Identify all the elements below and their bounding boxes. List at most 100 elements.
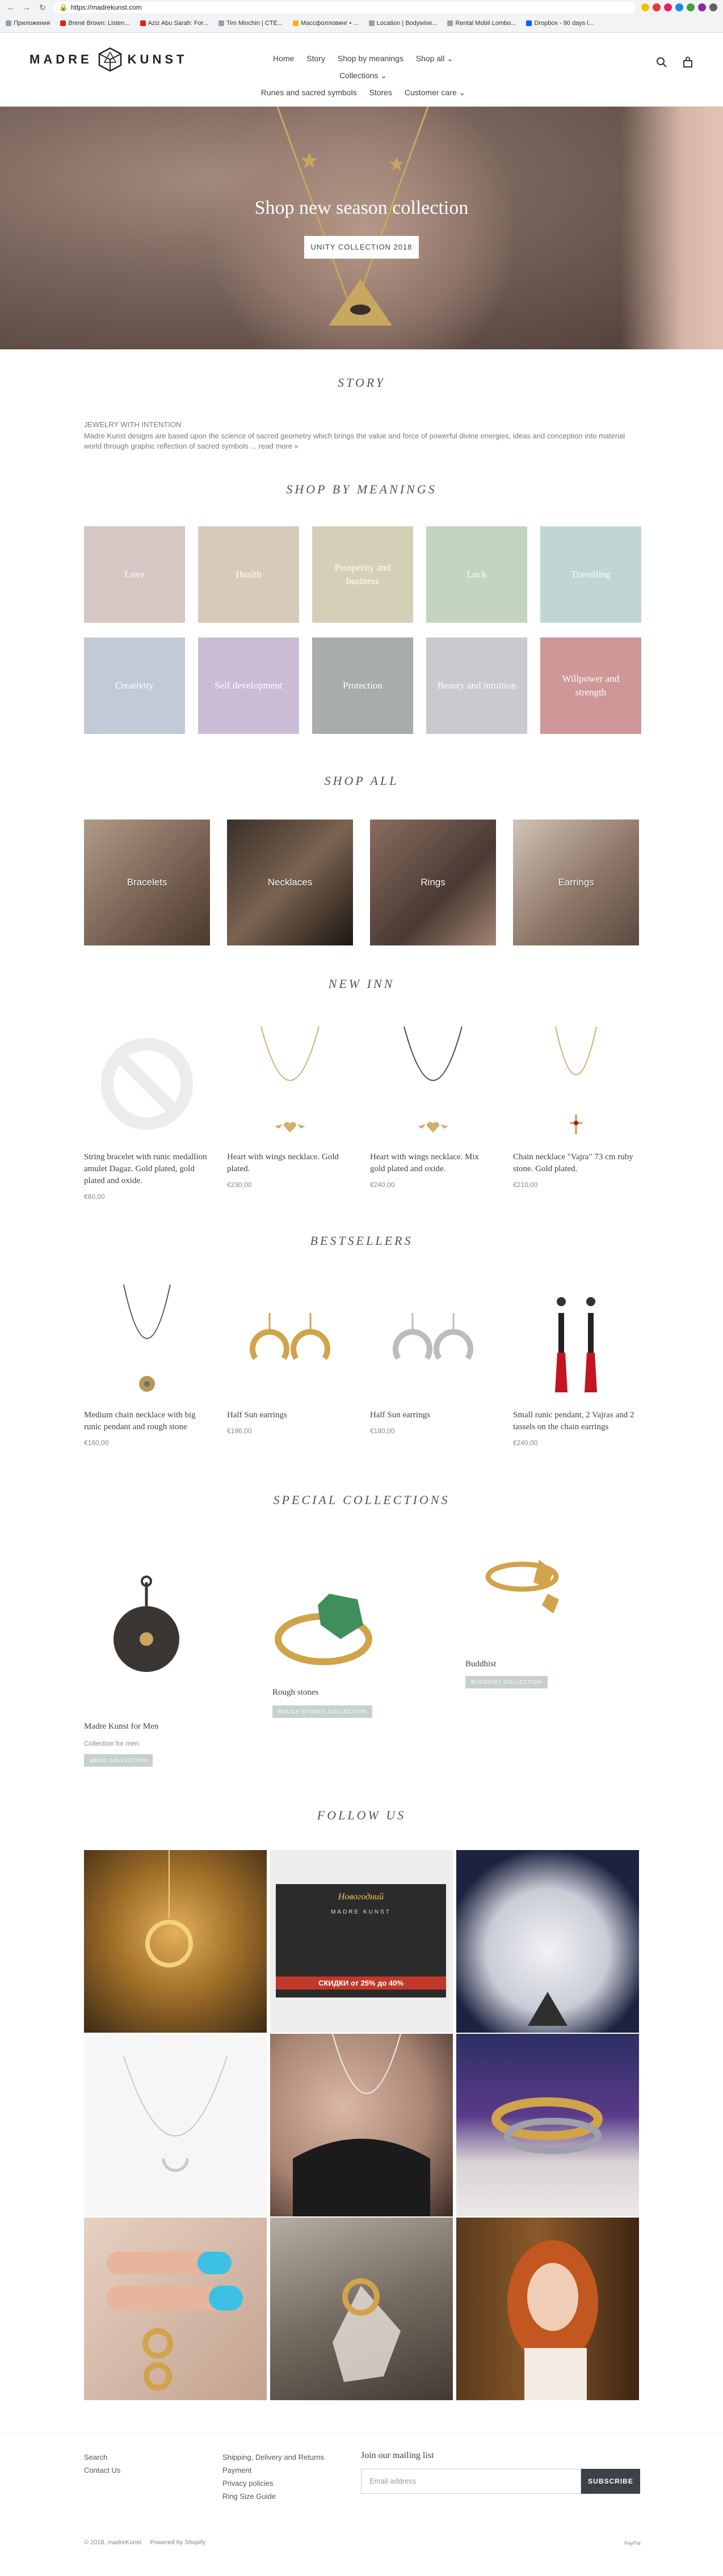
nav-stores[interactable]: Stores bbox=[369, 88, 392, 97]
necklace-vajra-icon bbox=[555, 1026, 597, 1134]
meaning-tile[interactable]: Health bbox=[198, 526, 299, 623]
bookmark-item[interactable]: Aziz Abu Sarah: For... bbox=[140, 20, 208, 27]
instagram-post[interactable] bbox=[456, 2218, 639, 2400]
meaning-label: Beauty and intuition bbox=[437, 680, 516, 691]
search-icon[interactable] bbox=[656, 57, 667, 68]
nav-shop-all[interactable]: Shop all ⌄ bbox=[416, 54, 453, 63]
bookmark-item[interactable]: Dropbox - 90 days l... bbox=[526, 20, 594, 27]
category-necklaces[interactable]: Necklaces bbox=[227, 820, 353, 945]
bookmark-item[interactable]: Приложения bbox=[6, 20, 50, 27]
category-bracelets[interactable]: Bracelets bbox=[84, 820, 210, 945]
collection-card[interactable]: Rough stones ROUGH STONES COLLECTION bbox=[244, 1503, 414, 1718]
footer-link-shipping[interactable]: Shipping, Delivery and Returns bbox=[222, 2451, 324, 2464]
body-necklace-image bbox=[293, 2034, 430, 2216]
collection-tag-button[interactable]: BUDDHIST COLLECTION bbox=[465, 1676, 548, 1688]
product-name: Half Sun earrings bbox=[370, 1411, 430, 1420]
category-earrings[interactable]: Earrings bbox=[513, 820, 639, 945]
meaning-tile[interactable]: Creativity bbox=[84, 637, 185, 734]
nav-runes[interactable]: Runes and sacred symbols bbox=[261, 88, 357, 97]
profile-avatar[interactable] bbox=[709, 3, 717, 11]
meaning-tile[interactable]: Luck bbox=[426, 526, 527, 623]
product-card[interactable]: Heart with wings necklace. Gold plated. … bbox=[227, 1021, 353, 1189]
meaning-tile[interactable]: Love bbox=[84, 526, 185, 623]
nav-story[interactable]: Story bbox=[306, 54, 325, 63]
story-text[interactable]: Madre Kunst designs are based upon the s… bbox=[84, 431, 640, 451]
cart-icon[interactable] bbox=[682, 57, 693, 68]
bookmark-item[interactable]: Brené Brown: Listen... bbox=[60, 20, 130, 27]
footer-link-ring-size[interactable]: Ring Size Guide bbox=[222, 2490, 324, 2503]
bookmarks-bar: Приложения Brené Brown: Listen... Aziz A… bbox=[0, 15, 723, 32]
collection-card[interactable]: Buddhist BUDDHIST COLLECTION bbox=[437, 1514, 607, 1688]
collection-card[interactable]: Madre Kunst for Men Collection for men M… bbox=[56, 1548, 226, 1767]
footer-link-contact[interactable]: Contact Us bbox=[84, 2464, 120, 2477]
product-card[interactable]: Small runic pendant, 2 Vajras and 2 tass… bbox=[513, 1279, 639, 1447]
instagram-post[interactable] bbox=[270, 2034, 453, 2216]
meaning-label: Prosperity and business bbox=[334, 562, 391, 586]
category-label: Necklaces bbox=[267, 877, 313, 888]
address-bar[interactable]: 🔒 https://madrekunst.com bbox=[53, 2, 636, 13]
star-icon[interactable] bbox=[641, 3, 649, 11]
bookmark-item[interactable]: Массфолловинг • ... bbox=[293, 20, 359, 27]
product-card[interactable]: Medium chain necklace with big runic pen… bbox=[84, 1279, 210, 1447]
instagram-post[interactable] bbox=[84, 2218, 267, 2400]
instagram-post[interactable] bbox=[84, 2034, 267, 2216]
instagram-post[interactable] bbox=[456, 2034, 639, 2216]
product-card[interactable]: Heart with wings necklace. Mix gold plat… bbox=[370, 1021, 496, 1189]
extension-icon[interactable] bbox=[687, 3, 695, 11]
footer-link-search[interactable]: Search bbox=[84, 2451, 120, 2464]
instagram-post[interactable] bbox=[456, 1850, 639, 2033]
star-pendant-icon bbox=[389, 157, 404, 171]
product-card[interactable]: Half Sun earrings €180,00 bbox=[370, 1279, 496, 1435]
email-input[interactable]: Email address bbox=[361, 2469, 581, 2494]
no-image-icon bbox=[101, 1038, 193, 1130]
forward-icon[interactable]: → bbox=[22, 3, 32, 12]
meaning-label: Travelling bbox=[570, 569, 611, 580]
extension-icon[interactable] bbox=[664, 3, 672, 11]
meaning-tile[interactable]: Travelling bbox=[540, 526, 641, 623]
site-logo[interactable]: MADRE KUNST bbox=[30, 47, 187, 73]
nav-customer-care[interactable]: Customer care ⌄ bbox=[405, 88, 465, 97]
product-card[interactable]: Chain necklace "Vajra" 73 cm ruby stone.… bbox=[513, 1021, 639, 1189]
subscribe-button[interactable]: SUBSCRIBE bbox=[581, 2469, 640, 2494]
meaning-tile[interactable]: Self development bbox=[198, 637, 299, 734]
product-price: €210,00 bbox=[513, 1181, 538, 1189]
extension-icon[interactable] bbox=[653, 3, 661, 11]
footer-link-privacy[interactable]: Privacy policies bbox=[222, 2477, 324, 2490]
site-header: MADRE KUNST Home Story Shop by meanings … bbox=[0, 33, 723, 107]
reload-icon[interactable]: ↻ bbox=[37, 3, 48, 12]
bookmark-item[interactable]: Location | Bodywise... bbox=[368, 20, 437, 27]
bookmark-item[interactable]: Rental Mobil Lombo... bbox=[447, 20, 516, 27]
footer-link-payment[interactable]: Payment bbox=[222, 2464, 324, 2477]
meaning-tile[interactable]: Beauty and intuition bbox=[426, 637, 527, 734]
extension-icon[interactable] bbox=[675, 3, 683, 11]
promo-heading: Новогодний bbox=[338, 1892, 384, 1902]
product-image bbox=[513, 1021, 639, 1147]
meaning-tile[interactable]: Prosperity and business bbox=[312, 526, 413, 623]
mens-pendant-icon bbox=[114, 1576, 179, 1672]
product-card[interactable]: Half Sun earrings €196,00 bbox=[227, 1279, 353, 1435]
instagram-post[interactable] bbox=[84, 1850, 267, 2033]
nav-shop-by-meanings[interactable]: Shop by meanings bbox=[338, 54, 403, 63]
bookmark-item[interactable]: Tim Minchin | CTE... bbox=[218, 20, 283, 27]
nav-home[interactable]: Home bbox=[273, 54, 294, 63]
new-inn-title: NEW INN bbox=[328, 977, 395, 991]
meaning-tile[interactable]: Protection bbox=[312, 637, 413, 734]
browser-toolbar: ← → ↻ 🔒 https://madrekunst.com bbox=[0, 0, 723, 15]
category-label: Earrings bbox=[558, 877, 594, 888]
hero-cta-button[interactable]: UNITY COLLECTION 2018 bbox=[304, 236, 419, 259]
powered-by-link[interactable]: Powered by Shopify bbox=[150, 2539, 205, 2546]
nav-collections[interactable]: Collections ⌄ bbox=[339, 71, 387, 80]
meaning-tile[interactable]: Willpower and strength bbox=[540, 637, 641, 734]
back-icon[interactable]: ← bbox=[6, 3, 16, 12]
product-name: Heart with wings necklace. Mix gold plat… bbox=[370, 1152, 480, 1173]
collection-tag-button[interactable]: MENS COLLECTION bbox=[84, 1754, 153, 1767]
hero-banner[interactable]: Shop new season collection UNITY COLLECT… bbox=[0, 107, 723, 349]
instagram-post[interactable]: Новогодний MADRE KUNST СКИДКИ от 25% до … bbox=[270, 1850, 453, 2033]
extension-icon[interactable] bbox=[698, 3, 706, 11]
category-rings[interactable]: Rings bbox=[370, 820, 496, 945]
product-image bbox=[513, 1279, 639, 1405]
red-hair-model-image bbox=[507, 2240, 598, 2400]
instagram-post[interactable] bbox=[270, 2218, 453, 2400]
product-card[interactable]: String bracelet with runic medallion amu… bbox=[84, 1021, 210, 1201]
mailing-list-title: Join our mailing list bbox=[361, 2451, 434, 2460]
